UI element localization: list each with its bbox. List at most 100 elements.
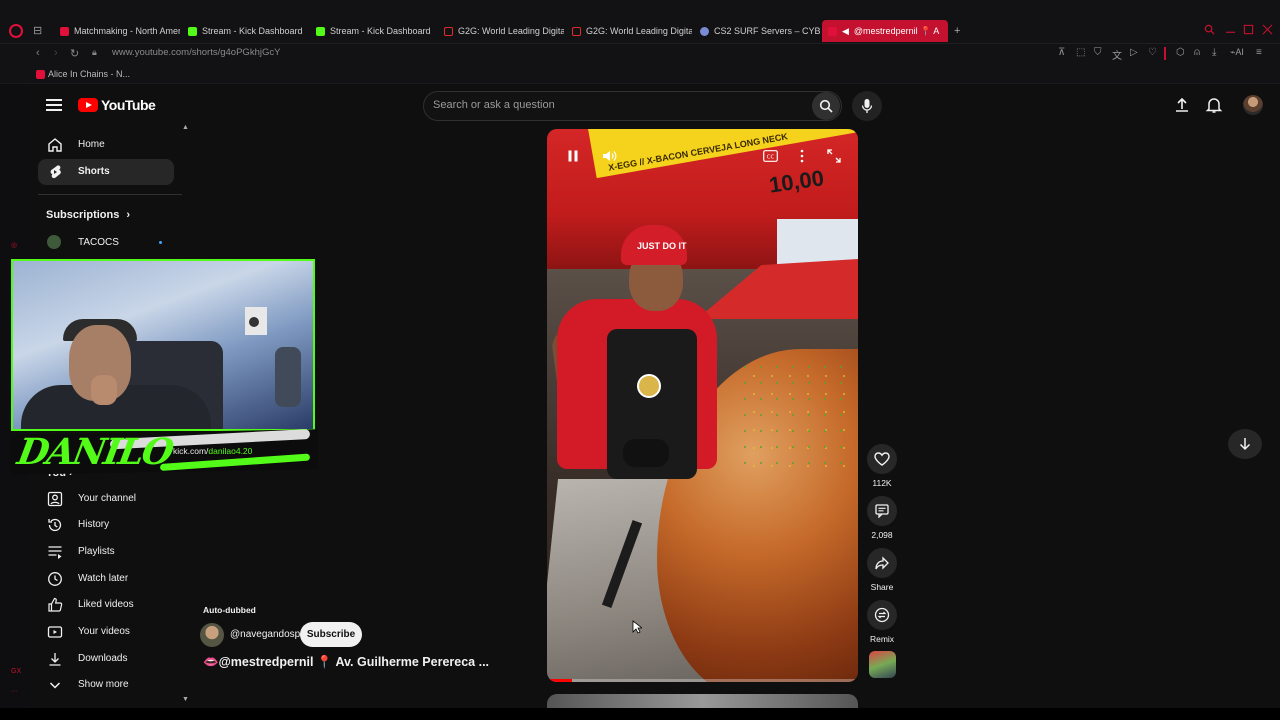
tab-menu-icon[interactable]: ⊟ — [33, 24, 42, 37]
sidebar-scroll-down-icon[interactable]: ▼ — [182, 696, 189, 703]
gx-icon[interactable]: GX — [11, 668, 21, 675]
sidebar-item-watch-later[interactable]: Watch later — [38, 566, 174, 592]
tab-label: G2G: World Leading Digita — [586, 26, 692, 36]
notifications-bell-icon[interactable] — [1205, 96, 1223, 114]
menu-icon[interactable]: ≡ — [1256, 47, 1262, 58]
like-button[interactable] — [867, 444, 897, 474]
subscribe-button[interactable]: Subscribe — [300, 622, 362, 647]
extensions-icon[interactable]: ⬡ — [1176, 47, 1185, 58]
youtube-logo[interactable]: YouTube — [78, 97, 156, 113]
pause-button[interactable] — [566, 149, 580, 163]
share-button[interactable] — [867, 548, 897, 578]
upload-icon[interactable] — [1173, 96, 1191, 114]
captions-button[interactable]: CC — [763, 150, 778, 162]
banner-streak — [159, 453, 311, 471]
voice-search-button[interactable] — [852, 91, 882, 121]
next-short-preview[interactable] — [547, 694, 858, 708]
comments-button[interactable] — [867, 496, 897, 526]
more-icon[interactable]: ··· — [11, 688, 18, 695]
sidebar-item-your-channel[interactable]: Your channel — [38, 486, 174, 512]
forward-icon[interactable]: › — [54, 47, 58, 59]
sidebar-item-label: Your channel — [78, 493, 137, 504]
translate-icon[interactable]: 文 — [1112, 47, 1122, 62]
short-video-player[interactable]: X-EGG // X-BACON CERVEJA LONG NECK 10,00… — [547, 129, 858, 682]
send-icon[interactable]: ▷ — [1130, 47, 1138, 58]
profile-icon[interactable]: ⍝ — [1194, 47, 1200, 58]
sidebar-item-label: Your videos — [78, 626, 130, 637]
hamburger-menu-icon[interactable] — [46, 97, 62, 113]
sidebar-item-liked-videos[interactable]: Liked videos — [38, 592, 174, 618]
channel-avatar[interactable] — [47, 235, 61, 249]
snapshot-icon[interactable]: ⬚ — [1076, 47, 1085, 58]
sidebar-item-shorts[interactable]: Shorts — [38, 159, 174, 185]
bookmark-item[interactable]: Alice In Chains - N... — [36, 69, 130, 79]
opera-sidebar-icon[interactable]: ◎ — [11, 241, 17, 249]
streamer-hand — [91, 375, 117, 405]
youtube-favicon-icon — [36, 69, 45, 79]
fullscreen-icon[interactable] — [827, 149, 841, 163]
clock-icon — [47, 571, 63, 587]
browser-tab-active[interactable]: ◀ @mestredpernil 📍 A — [822, 20, 948, 42]
sidebar-item-label: Watch later — [78, 573, 129, 584]
more-options-icon[interactable] — [799, 149, 805, 163]
kick-url-prefix: kick.com/ — [173, 446, 209, 456]
youtube-logo-icon — [78, 98, 98, 112]
sidebar-item-playlists[interactable]: Playlists — [38, 539, 174, 565]
next-short-button[interactable] — [1228, 429, 1262, 459]
video-progress-bar[interactable] — [547, 679, 858, 682]
new-tab-button[interactable]: + — [954, 20, 960, 42]
sidebar-item-history[interactable]: History — [38, 512, 174, 538]
sidebar-item-show-more[interactable]: Show more — [38, 672, 174, 698]
pin-icon[interactable]: ⊼ — [1058, 47, 1065, 58]
sidebar-item-home[interactable]: Home — [38, 132, 174, 158]
sidebar-scroll-up-icon[interactable]: ▲ — [182, 124, 189, 131]
browser-tab[interactable]: Matchmaking - North Amer — [54, 20, 180, 42]
browser-tab[interactable]: G2G: World Leading Digita — [566, 20, 692, 42]
remix-button[interactable] — [867, 600, 897, 630]
subscription-channel-name[interactable]: TACOCS — [78, 237, 119, 248]
share-label: Share — [870, 582, 894, 592]
logo-text: YouTube — [101, 97, 156, 113]
kick-favicon-icon — [316, 26, 325, 36]
sidebar-divider — [38, 194, 182, 195]
sidebar-item-label: Liked videos — [78, 599, 134, 610]
close-button[interactable] — [1262, 24, 1273, 35]
sidebar-item-your-videos[interactable]: Your videos — [38, 619, 174, 645]
browser-tab[interactable]: CS2 SURF Servers – CYBE — [694, 20, 820, 42]
url-field[interactable]: www.youtube.com/shorts/g4oPGkhjGcY — [112, 47, 280, 58]
sidebar-item-downloads[interactable]: Downloads — [38, 646, 174, 672]
speaker-icon[interactable]: ◀ — [842, 26, 849, 37]
kick-url: kick.com/danilao4.20 — [173, 446, 252, 456]
tab-label: Stream - Kick Dashboard — [202, 26, 303, 36]
subscriptions-heading[interactable]: Subscriptions › — [46, 209, 130, 221]
live-indicator-dot — [159, 241, 162, 244]
maximize-button[interactable] — [1243, 24, 1254, 35]
channel-name[interactable]: @navegandosp — [230, 629, 300, 640]
remix-label: Remix — [869, 634, 895, 644]
search-button[interactable] — [812, 92, 840, 120]
kick-favicon-icon — [188, 26, 197, 36]
reload-icon[interactable]: ↻ — [70, 47, 79, 60]
person-box-icon — [47, 491, 63, 507]
minimize-button[interactable] — [1225, 24, 1236, 35]
channel-avatar[interactable] — [200, 623, 224, 647]
sound-thumbnail[interactable] — [869, 651, 896, 678]
download-icon[interactable]: ⤓ — [1212, 47, 1216, 58]
volume-icon[interactable] — [602, 149, 617, 163]
tab-favicon-icon — [60, 26, 69, 36]
g2g-favicon-icon — [444, 26, 453, 36]
browser-tab[interactable]: G2G: World Leading Digita — [438, 20, 564, 42]
shield-icon[interactable]: ⛉ — [1094, 47, 1102, 58]
tab-label: Stream - Kick Dashboard — [330, 26, 431, 36]
account-avatar[interactable] — [1243, 95, 1263, 115]
tab-label: @mestredpernil 📍 A — [853, 25, 940, 36]
short-title[interactable]: 👄@mestredpernil 📍 Av. Guilherme Perereca… — [203, 655, 489, 670]
back-icon[interactable]: ‹ — [36, 47, 40, 59]
search-tabs-icon[interactable] — [1204, 24, 1215, 35]
browser-tab[interactable]: Stream - Kick Dashboard — [182, 20, 308, 42]
browser-tab[interactable]: Stream - Kick Dashboard — [310, 20, 436, 42]
shorts-icon — [47, 164, 63, 180]
heart-icon[interactable]: ♡ — [1148, 47, 1157, 58]
aria-ai-button[interactable]: ⌁AI — [1230, 47, 1244, 58]
opera-logo-icon[interactable] — [9, 24, 23, 38]
